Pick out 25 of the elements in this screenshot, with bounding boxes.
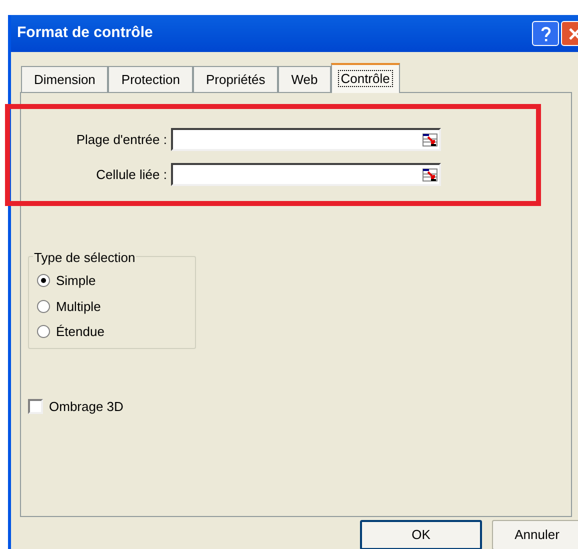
input-field[interactable] (171, 128, 441, 151)
radio-label: Étendue (56, 323, 104, 341)
help-icon (540, 26, 550, 42)
window-title: Format de contrôle (17, 23, 154, 44)
cell-reference-icon (422, 132, 438, 148)
field-label: Cellule liée : (95, 166, 168, 184)
dialog-button[interactable]: Annuler (492, 520, 578, 549)
radio-button[interactable] (37, 274, 50, 288)
tab[interactable]: Web (278, 66, 331, 92)
tab[interactable]: Protection (108, 66, 193, 92)
close-icon (568, 26, 578, 40)
dialog-button[interactable]: OK (360, 520, 482, 549)
radio-label: Simple (56, 272, 96, 290)
field-label: Plage d'entrée : (75, 130, 168, 149)
checkbox-label: Ombrage 3D (49, 398, 124, 416)
cell-reference-icon (422, 166, 438, 182)
checkbox[interactable] (28, 399, 43, 414)
help-button[interactable] (532, 21, 559, 46)
tab[interactable]: Dimension (21, 66, 108, 92)
input-field[interactable] (171, 163, 441, 186)
radio-button[interactable] (37, 325, 50, 338)
radio-button[interactable] (37, 300, 50, 313)
tab[interactable]: Propriétés (192, 66, 278, 92)
tab[interactable]: Contrôle (330, 63, 400, 93)
radio-label: Multiple (56, 298, 101, 316)
